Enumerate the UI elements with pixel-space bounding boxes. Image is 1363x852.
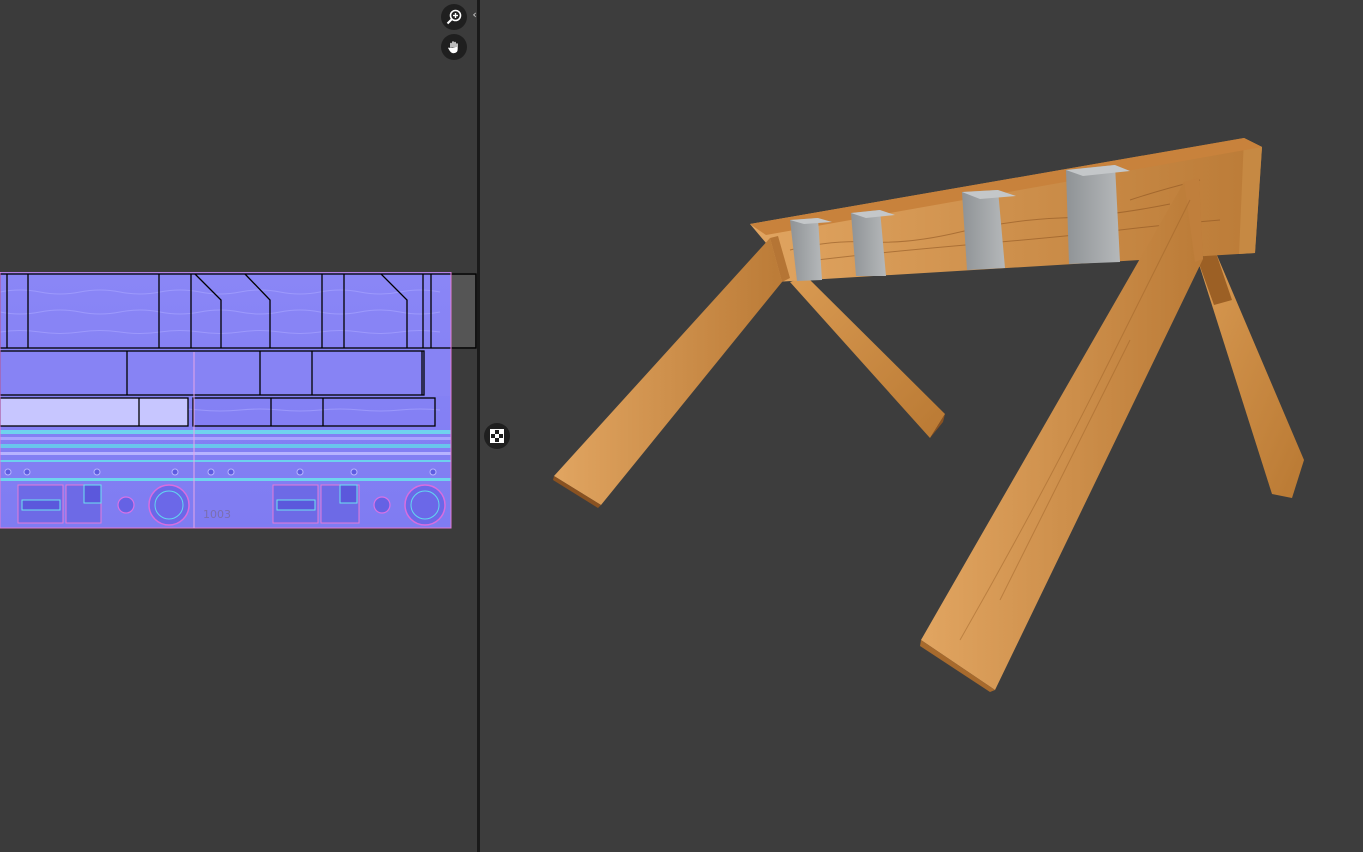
hand-pan-icon — [447, 40, 459, 54]
checker-toggle-icon — [490, 429, 504, 443]
zoom-in-icon — [446, 9, 462, 25]
uv-editor-panel[interactable]: 1003 — [0, 0, 477, 852]
zoom-button[interactable] — [441, 4, 467, 30]
checker-toggle-button[interactable] — [484, 423, 510, 449]
front-left-leg — [554, 238, 782, 505]
back-left-leg — [790, 276, 945, 438]
3d-viewport[interactable] — [480, 0, 1363, 852]
uv-texture-atlas[interactable] — [0, 272, 477, 530]
uv-tile-label: 1003 — [203, 508, 231, 521]
sawhorse-model[interactable] — [480, 0, 1363, 852]
pan-button[interactable] — [441, 34, 467, 60]
